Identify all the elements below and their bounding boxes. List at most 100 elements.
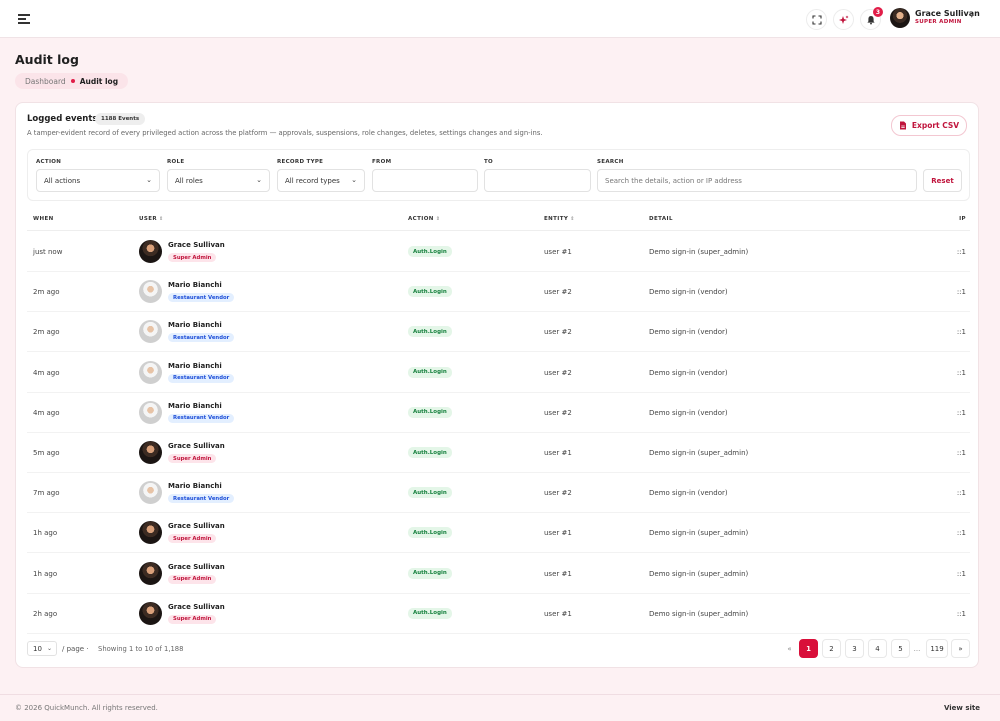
- record-type-filter-label: RECORD TYPE: [277, 159, 324, 165]
- pagination-page-3[interactable]: 3: [845, 639, 864, 658]
- footer: © 2026 QuickMunch. All rights reserved. …: [0, 694, 1000, 721]
- table-row[interactable]: just now Grace Sullivan Super Admin Auth.Lo…: [27, 232, 970, 272]
- row-detail: Demo sign-in (super_admin): [649, 449, 749, 457]
- table-row[interactable]: 1h ago Grace Sullivan Super Admin Auth.Logi…: [27, 513, 970, 554]
- chevron-down-icon: ⌄: [351, 176, 357, 184]
- notifications-button[interactable]: 3: [860, 7, 883, 30]
- pagination-prev[interactable]: «: [780, 639, 799, 658]
- row-detail: Demo sign-in (vendor): [649, 328, 728, 337]
- column-when: WHEN: [33, 216, 54, 222]
- table-row[interactable]: 4m ago Mario Bianchi Restaurant Vendor Auth…: [27, 393, 970, 433]
- column-entity[interactable]: ENTITY ⇕: [544, 216, 575, 222]
- file-icon: [899, 121, 906, 130]
- action-badge: Auth.Login: [408, 607, 452, 619]
- row-detail: Demo sign-in (vendor): [649, 368, 728, 377]
- row-entity: user #2: [544, 408, 572, 417]
- search-input[interactable]: Search the details, action or IP address: [597, 169, 917, 192]
- action-badge: Auth.Login: [408, 326, 452, 338]
- row-entity: user #1: [544, 569, 572, 578]
- avatar: [139, 561, 162, 585]
- export-csv-button[interactable]: Export CSV: [891, 115, 967, 136]
- column-action[interactable]: ACTION ⇕: [408, 216, 440, 222]
- pagination-page-5[interactable]: 5: [891, 639, 910, 658]
- chevron-down-icon[interactable]: ▾: [970, 12, 974, 20]
- row-user-name[interactable]: Mario Bianchi: [168, 402, 222, 410]
- row-user-name[interactable]: Mario Bianchi: [168, 281, 222, 289]
- avatar: [139, 360, 162, 384]
- row-user-name[interactable]: Grace Sullivan: [168, 603, 225, 611]
- table-row[interactable]: 5m ago Grace Sullivan Super Admin Auth.Logi…: [27, 433, 970, 473]
- pagination-page-last[interactable]: 119: [926, 639, 948, 658]
- table-row[interactable]: 1h ago Grace Sullivan Super Admin Auth.Logi…: [27, 554, 970, 594]
- row-when: 4m ago: [33, 368, 60, 377]
- pagination-page-2[interactable]: 2: [822, 639, 841, 658]
- column-user[interactable]: USER ⇕: [139, 216, 164, 222]
- pagination-ellipsis: ...: [913, 644, 921, 653]
- row-entity: user #1: [544, 529, 572, 538]
- pagination-page-4[interactable]: 4: [868, 639, 887, 658]
- avatar[interactable]: [890, 8, 910, 28]
- column-ip: IP: [959, 216, 966, 222]
- avatar: [139, 240, 162, 263]
- row-user-name[interactable]: Grace Sullivan: [168, 241, 225, 249]
- role-select[interactable]: All roles ⌄: [167, 169, 270, 192]
- row-detail: Demo sign-in (super_admin): [649, 569, 749, 578]
- table-row[interactable]: 2h ago Grace Sullivan Super Admin Auth.Logi…: [27, 594, 970, 634]
- reset-button[interactable]: Reset: [923, 169, 962, 192]
- role-badge: Super Admin: [168, 574, 217, 584]
- fullscreen-button[interactable]: [806, 9, 827, 30]
- action-badge: Auth.Login: [408, 366, 452, 378]
- user-role: SUPER ADMIN: [915, 19, 962, 25]
- chevron-down-icon: ⌄: [146, 176, 152, 184]
- per-page-label: / page ·: [62, 645, 89, 653]
- row-ip: ::1: [956, 328, 966, 337]
- sort-icon: ⇕: [159, 216, 164, 222]
- breadcrumb-current: Audit log: [79, 76, 119, 86]
- row-entity: user #2: [544, 288, 572, 297]
- page-title: Audit log: [15, 52, 79, 67]
- to-filter-label: TO: [484, 159, 494, 165]
- breadcrumb-dashboard-link[interactable]: Dashboard: [25, 77, 66, 86]
- pagination-page-1[interactable]: 1: [799, 639, 818, 658]
- row-user-name[interactable]: Mario Bianchi: [168, 321, 222, 329]
- row-user-name[interactable]: Mario Bianchi: [168, 482, 222, 490]
- record-type-select[interactable]: All record types ⌄: [277, 169, 365, 192]
- ai-assistant-button[interactable]: [833, 9, 854, 30]
- row-user-name[interactable]: Grace Sullivan: [168, 442, 225, 450]
- row-detail: Demo sign-in (vendor): [649, 288, 728, 297]
- avatar: [139, 481, 162, 505]
- role-badge: Restaurant Vendor: [168, 413, 235, 423]
- to-date-input[interactable]: [484, 169, 591, 192]
- row-user-name[interactable]: Mario Bianchi: [168, 362, 222, 370]
- table-row[interactable]: 2m ago Mario Bianchi Restaurant Vendor Auth…: [27, 312, 970, 353]
- from-date-input[interactable]: [372, 169, 478, 192]
- row-when: 2h ago: [33, 609, 58, 618]
- table-row[interactable]: 2m ago Mario Bianchi Restaurant Vendor Auth…: [27, 272, 970, 313]
- menu-icon[interactable]: [18, 14, 30, 24]
- pagination-next[interactable]: »: [951, 639, 970, 658]
- role-badge: Super Admin: [168, 253, 217, 262]
- action-badge: Auth.Login: [408, 447, 452, 458]
- per-page-select[interactable]: 10 ⌄: [27, 641, 57, 656]
- row-when: just now: [33, 248, 63, 256]
- row-user-name[interactable]: Grace Sullivan: [168, 563, 225, 571]
- view-site-link[interactable]: View site: [944, 704, 980, 712]
- notification-count-badge: 3: [873, 7, 883, 17]
- table-header: WHEN USER ⇕ ACTION ⇕ ENTITY ⇕ DETAIL IP: [27, 209, 970, 231]
- action-badge: Auth.Login: [408, 527, 452, 539]
- row-detail: Demo sign-in (vendor): [649, 489, 728, 498]
- table-row[interactable]: 4m ago Mario Bianchi Restaurant Vendor Auth…: [27, 353, 970, 393]
- card-title: Logged events: [27, 114, 98, 124]
- action-select[interactable]: All actions ⌄: [36, 169, 160, 192]
- avatar: [139, 601, 162, 625]
- table-row[interactable]: 7m ago Mario Bianchi Restaurant Vendor Auth…: [27, 473, 970, 514]
- row-user-name[interactable]: Grace Sullivan: [168, 522, 225, 530]
- role-badge: Restaurant Vendor: [168, 293, 235, 303]
- role-badge: Restaurant Vendor: [168, 373, 235, 383]
- from-filter-label: FROM: [372, 159, 392, 165]
- row-when: 7m ago: [33, 489, 60, 498]
- row-when: 2m ago: [33, 288, 60, 297]
- row-detail: Demo sign-in (super_admin): [649, 248, 749, 256]
- avatar: [139, 400, 162, 424]
- filters-panel: ACTION All actions ⌄ ROLE All roles ⌄ RE…: [27, 149, 970, 201]
